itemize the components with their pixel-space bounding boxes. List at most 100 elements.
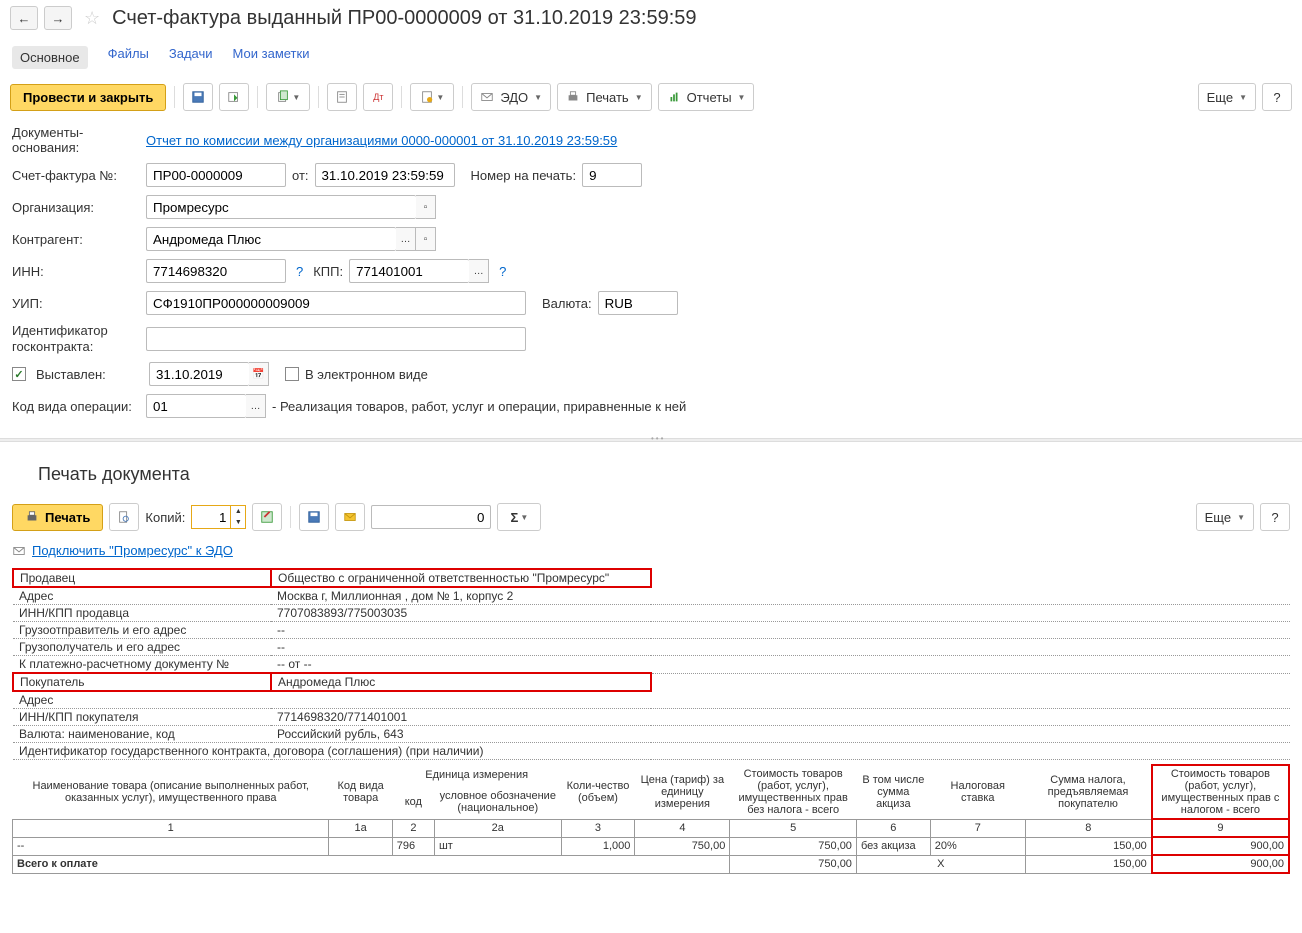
print-num-label: Номер на печать: [471, 168, 577, 183]
th-price: Цена (тариф) за единицу измерения [635, 765, 730, 819]
th-unit-code: код [392, 785, 434, 820]
nav-back-button[interactable]: ← [10, 6, 38, 30]
email-button[interactable] [335, 503, 365, 531]
post-button[interactable] [219, 83, 249, 111]
th-qty: Коли-чество (объем) [561, 765, 635, 819]
consignee-label: Грузополучатель и его адрес [13, 639, 271, 656]
invoice-num-label: Счет-фактура №: [12, 168, 140, 183]
dtkt-button[interactable]: Дт [363, 83, 393, 111]
org-input[interactable] [146, 195, 416, 219]
edo-icon [12, 544, 26, 558]
shipper-label: Грузоотправитель и его адрес [13, 622, 271, 639]
edo-connect-link[interactable]: Подключить "Промресурс" к ЭДО [32, 543, 233, 558]
invoice-date-input[interactable] [315, 163, 455, 187]
th-rate: Налоговая ставка [930, 765, 1025, 819]
tab-files[interactable]: Файлы [108, 46, 149, 69]
print-help-button[interactable]: ? [1260, 503, 1290, 531]
preview-button[interactable] [109, 503, 139, 531]
copies-spinner[interactable]: ▲▼ [191, 505, 246, 529]
copy-dropdown[interactable]: ▼ [266, 83, 310, 111]
save-print-button[interactable] [299, 503, 329, 531]
uip-input[interactable] [146, 291, 526, 315]
favorite-star-icon[interactable]: ☆ [84, 8, 100, 29]
th-unit-name: условное обозначение (национальное) [434, 785, 561, 820]
more-dropdown[interactable]: Еще▼ [1198, 83, 1256, 111]
doc-currency-value: Российский рубль, 643 [271, 726, 1290, 743]
kpp-help-icon[interactable]: ? [499, 264, 506, 279]
buyer-addr-value [271, 691, 1290, 709]
kpp-input[interactable] [349, 259, 469, 283]
op-code-dots-button[interactable]: … [246, 394, 266, 418]
currency-label: Валюта: [542, 296, 592, 311]
op-code-input[interactable] [146, 394, 246, 418]
table-row: -- 796 шт 1,000 750,00 750,00 без акциза… [13, 837, 1290, 855]
total-label: Всего к оплате [13, 855, 730, 873]
seller-inn-label: ИНН/КПП продавца [13, 605, 271, 622]
kpp-dots-button[interactable]: … [469, 259, 489, 283]
print-dropdown[interactable]: Печать▼ [557, 83, 652, 111]
uip-label: УИП: [12, 296, 140, 311]
th-code: Код вида товара [329, 765, 392, 819]
reports-dropdown[interactable]: Отчеты▼ [658, 83, 755, 111]
tab-notes[interactable]: Мои заметки [233, 46, 310, 69]
th-name: Наименование товара (описание выполненны… [13, 765, 329, 819]
op-code-label: Код вида операции: [12, 399, 140, 414]
contract-label: Идентификатор государственного контракта… [13, 743, 1290, 760]
from-label: от: [292, 168, 309, 183]
th-excise: В том числе сумма акциза [856, 765, 930, 819]
nav-forward-button[interactable]: → [44, 6, 72, 30]
contractor-input[interactable] [146, 227, 396, 251]
address-label: Адрес [13, 587, 271, 605]
contractor-select-button[interactable]: ▫ [416, 227, 436, 251]
splitter[interactable] [0, 438, 1302, 442]
doc-currency-label: Валюта: наименование, код [13, 726, 271, 743]
save-button[interactable] [183, 83, 213, 111]
th-sum-wo: Стоимость товаров (работ, услуг), имущес… [730, 765, 857, 819]
help-button[interactable]: ? [1262, 83, 1292, 111]
buyer-inn-value: 7714698320/771401001 [271, 709, 1290, 726]
inn-input[interactable] [146, 259, 286, 283]
issued-date-input[interactable] [149, 362, 249, 386]
post-close-button[interactable]: Провести и закрыть [10, 84, 166, 111]
print-title: Печать документа [38, 464, 1290, 485]
basis-link[interactable]: Отчет по комиссии между организациями 00… [146, 133, 617, 148]
contractor-dots-button[interactable]: … [396, 227, 416, 251]
print-num-input[interactable] [582, 163, 642, 187]
address-value: Москва г, Миллионная , дом № 1, корпус 2 [271, 587, 1290, 605]
tab-main[interactable]: Основное [12, 46, 88, 69]
issued-label: Выставлен: [36, 367, 143, 382]
tab-tasks[interactable]: Задачи [169, 46, 213, 69]
buyer-inn-label: ИНН/КПП покупателя [13, 709, 271, 726]
issued-checkbox[interactable] [12, 367, 26, 381]
doc-button[interactable] [327, 83, 357, 111]
inn-help-icon[interactable]: ? [296, 264, 303, 279]
payment-value: -- от -- [271, 656, 1290, 674]
buyer-label: Покупатель [13, 673, 271, 691]
payment-label: К платежно-расчетному документу № [13, 656, 271, 674]
th-unit: Единица измерения [392, 765, 561, 784]
edit-template-button[interactable] [252, 503, 282, 531]
electronic-checkbox[interactable] [285, 367, 299, 381]
org-select-button[interactable]: ▫ [416, 195, 436, 219]
inn-label: ИНН: [12, 264, 140, 279]
edo-dropdown[interactable]: ЭДО▼ [471, 83, 551, 111]
th-total: Стоимость товаров (работ, услуг), имущес… [1152, 765, 1289, 819]
attach-dropdown[interactable]: ▼ [410, 83, 454, 111]
seller-value: Общество с ограниченной ответственностью… [271, 569, 651, 587]
sum-input[interactable] [371, 505, 491, 529]
page-title: Счет-фактура выданный ПР00-0000009 от 31… [112, 7, 696, 30]
invoice-num-input[interactable] [146, 163, 286, 187]
seller-inn-value: 7707083893/775003035 [271, 605, 1290, 622]
sigma-dropdown[interactable]: Σ▼ [497, 503, 541, 531]
contract-id-label: Идентификатор госконтракта: [12, 323, 140, 354]
issued-date-calendar-button[interactable]: 📅 [249, 362, 269, 386]
org-label: Организация: [12, 200, 140, 215]
print-button[interactable]: Печать [12, 504, 103, 531]
print-more-dropdown[interactable]: Еще▼ [1196, 503, 1254, 531]
electronic-label: В электронном виде [305, 367, 428, 382]
contract-id-input[interactable] [146, 327, 526, 351]
buyer-value: Андромеда Плюс [271, 673, 651, 691]
seller-label: Продавец [13, 569, 271, 587]
op-desc: - Реализация товаров, работ, услуг и опе… [272, 399, 686, 414]
currency-input[interactable] [598, 291, 678, 315]
